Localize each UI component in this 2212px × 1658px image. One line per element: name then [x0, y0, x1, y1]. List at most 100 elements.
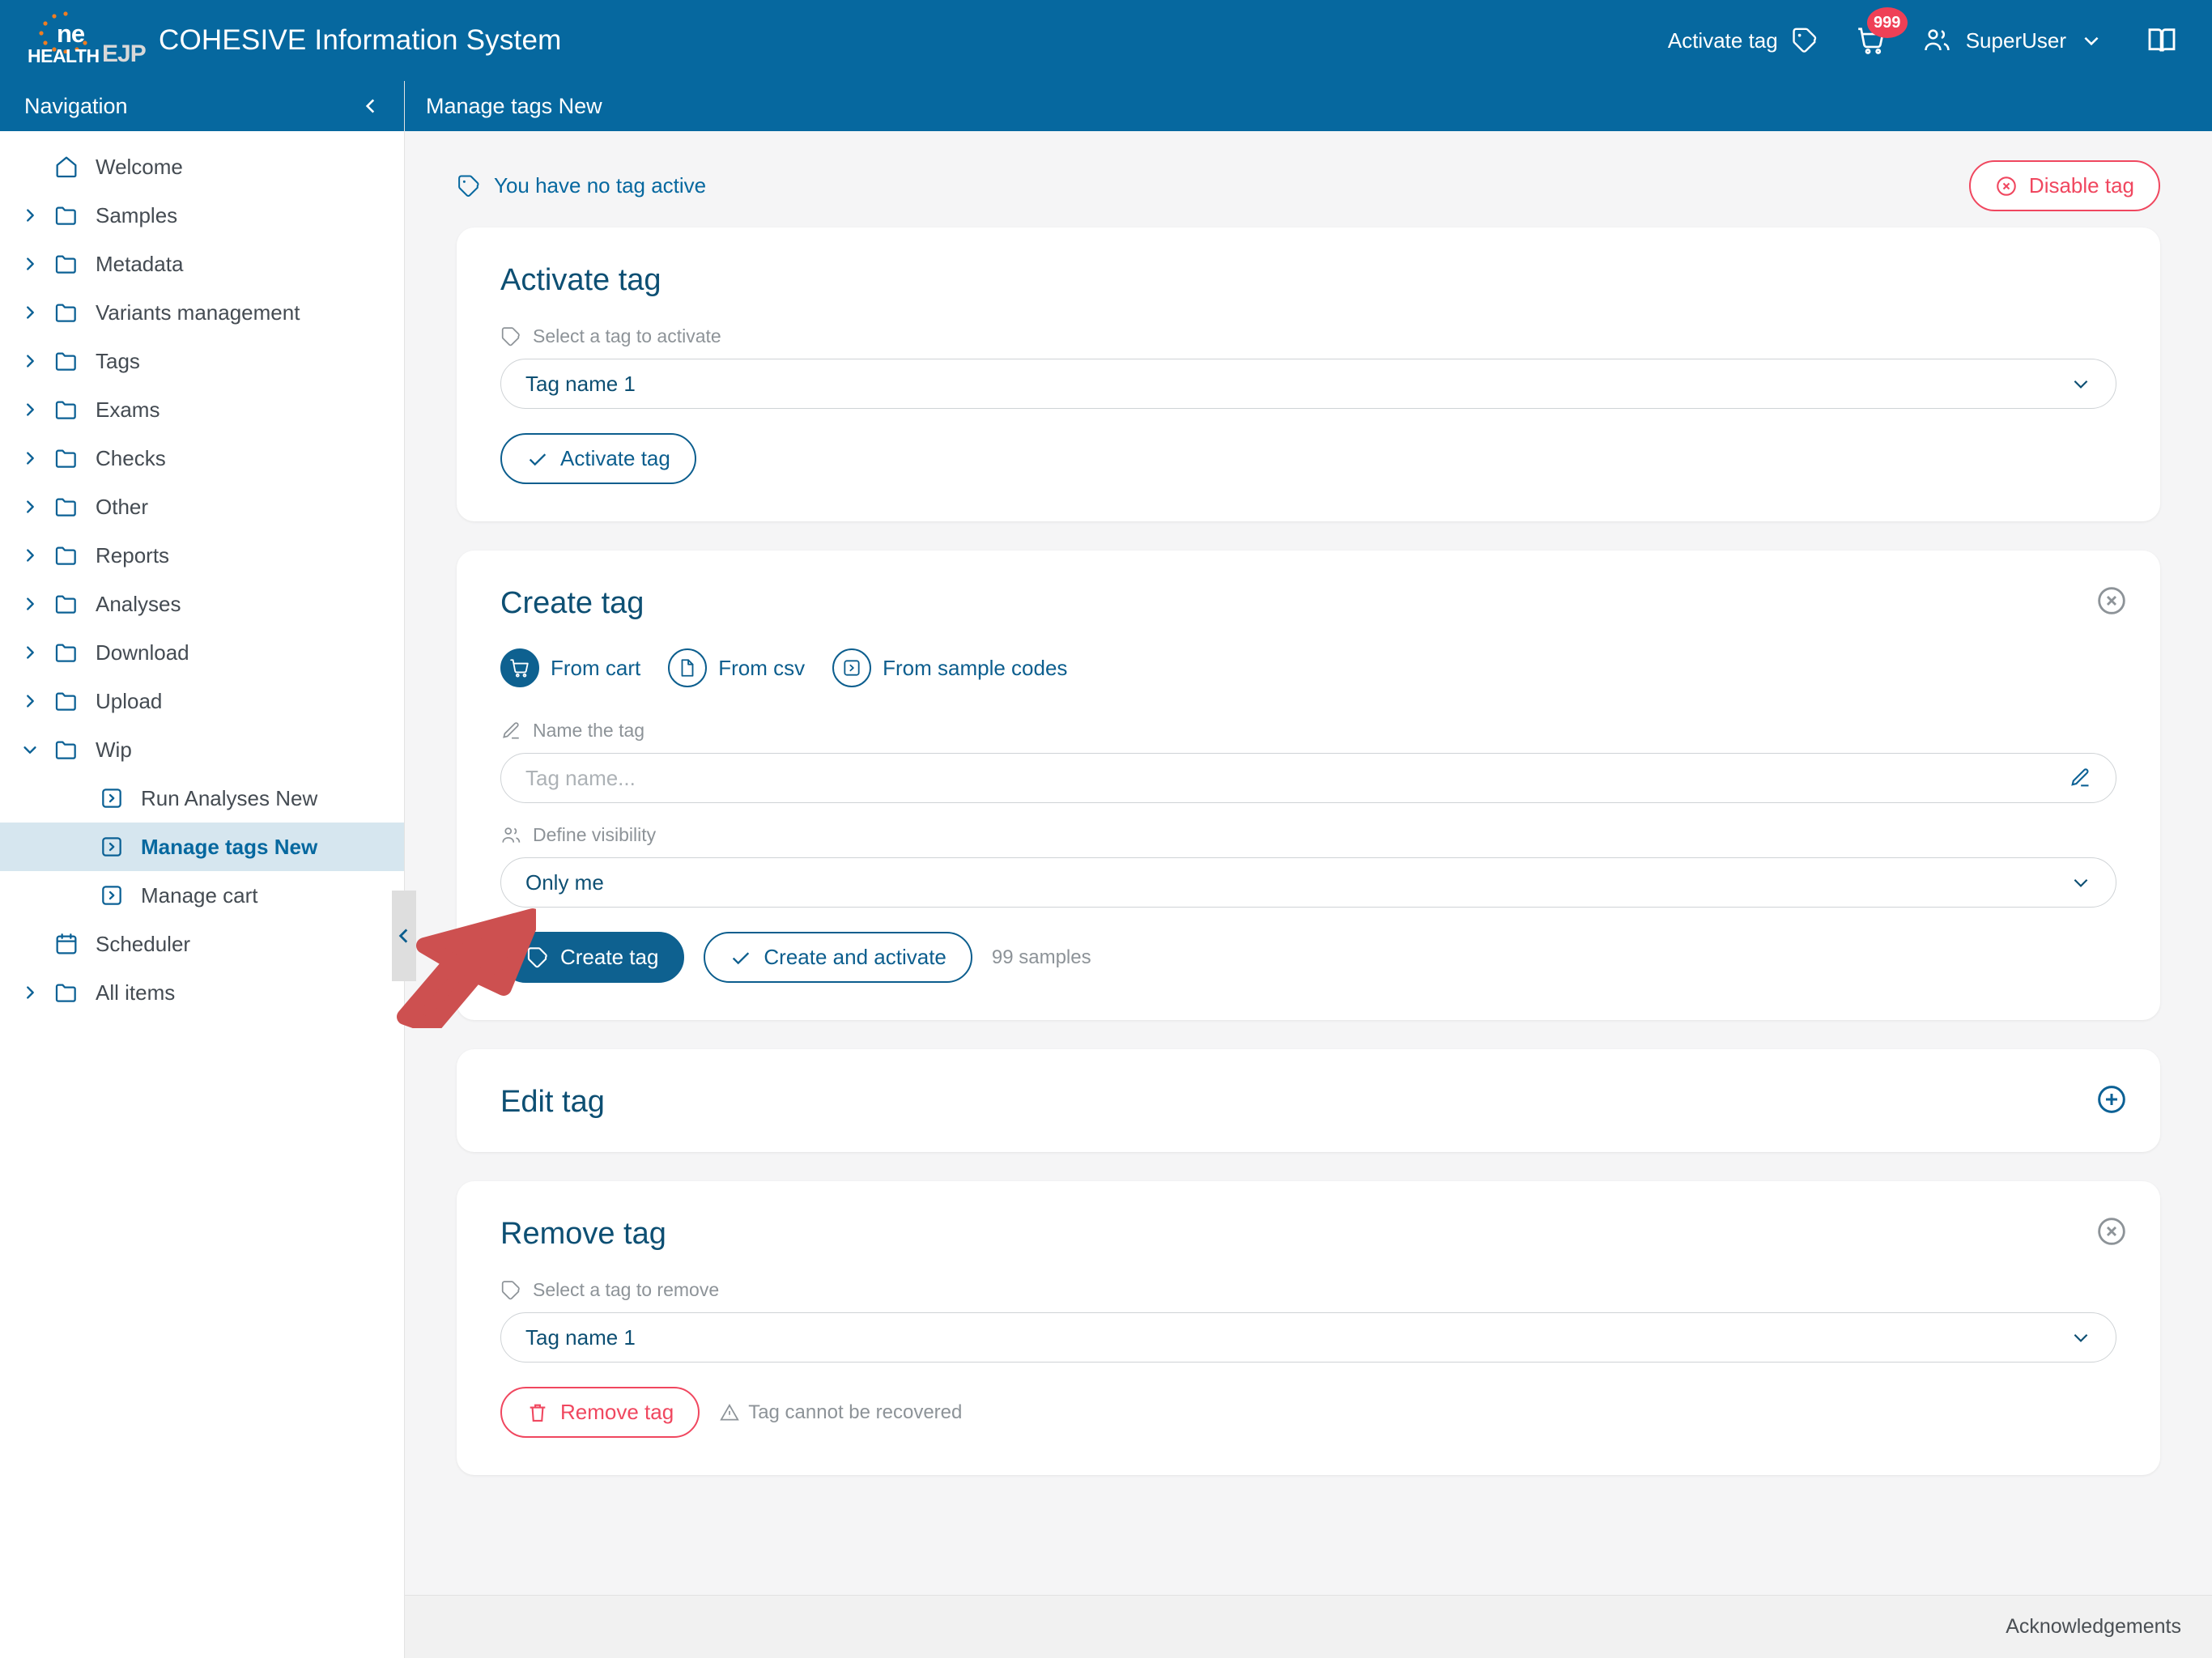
sidebar-item-other[interactable]: Other	[0, 483, 404, 531]
chevron-right-icon[interactable]	[15, 206, 45, 224]
folder-icon	[55, 449, 76, 468]
sidebar-item-scheduler[interactable]: Scheduler	[0, 920, 404, 968]
activate-tag-button[interactable]: Activate tag	[500, 433, 696, 484]
acknowledgements-link[interactable]: Acknowledgements	[2006, 1615, 2181, 1639]
users-icon	[502, 827, 521, 843]
cart-icon	[510, 659, 529, 678]
sidebar-item-all-items[interactable]: All items	[0, 968, 404, 1017]
sidebar-collapse-button[interactable]	[360, 96, 381, 117]
folder-icon-wrap	[45, 591, 87, 617]
folder-icon-wrap	[45, 737, 87, 763]
chevron-right-icon[interactable]	[15, 692, 45, 710]
users-icon	[1924, 29, 1950, 51]
chevron-right-icon[interactable]	[15, 595, 45, 613]
sidebar-item-label: Download	[96, 640, 189, 665]
sidebar-resize-handle[interactable]	[392, 891, 416, 981]
remove-tag-select[interactable]: Tag name 1	[500, 1312, 2116, 1363]
create-source-tab-label: From csv	[718, 655, 806, 680]
calendar-icon	[56, 933, 77, 954]
chevron-down-icon	[2070, 373, 2091, 394]
home-icon	[56, 156, 77, 178]
sidebar-item-reports[interactable]: Reports	[0, 531, 404, 580]
sidebar-item-metadata[interactable]: Metadata	[0, 240, 404, 288]
create-tag-card-collapse-button[interactable]	[2095, 585, 2128, 617]
cart-icon-wrap	[500, 648, 539, 687]
folder-icon-wrap	[45, 300, 87, 325]
trash-icon	[530, 1404, 546, 1422]
sidebar-item-variants-management[interactable]: Variants management	[0, 288, 404, 337]
create-visibility-select[interactable]: Only me	[500, 857, 2116, 908]
sidebar-item-manage-cart[interactable]: Manage cart	[0, 871, 404, 920]
sidebar-item-checks[interactable]: Checks	[0, 434, 404, 483]
pencil-icon[interactable]	[2069, 767, 2091, 789]
page-arrow-icon-wrap	[91, 834, 133, 860]
sidebar-item-upload[interactable]: Upload	[0, 677, 404, 725]
create-tag-source-tabs: From cart From csv From sample codes	[500, 648, 2116, 687]
header-activate-tag-button[interactable]: Activate tag	[1668, 27, 1819, 54]
sidebar-item-tags[interactable]: Tags	[0, 337, 404, 385]
remove-tag-warning-label: Tag cannot be recovered	[748, 1401, 963, 1423]
create-tag-button[interactable]: Create tag	[500, 932, 685, 983]
create-and-activate-button[interactable]: Create and activate	[704, 932, 972, 983]
content-scroll-area[interactable]: You have no tag active Disable tag Activ…	[405, 131, 2212, 1595]
file-icon-wrap	[668, 648, 708, 687]
create-visibility-label: Define visibility	[533, 824, 657, 845]
folder-icon-wrap	[45, 202, 87, 228]
create-source-tab-from-csv[interactable]: From csv	[668, 648, 805, 687]
sidebar-item-label: Samples	[96, 202, 178, 227]
chevron-right-icon[interactable]	[15, 546, 45, 564]
sidebar-item-download[interactable]: Download	[0, 628, 404, 677]
activate-tag-card: Activate tag Select a tag to activate Ta…	[457, 227, 2160, 521]
sidebar-item-samples[interactable]: Samples	[0, 191, 404, 240]
brand-area: ne HEALTH EJP COHESIVE Information Syste…	[24, 10, 562, 71]
chevron-right-icon[interactable]	[15, 498, 45, 516]
sidebar-item-analyses[interactable]: Analyses	[0, 580, 404, 628]
folder-icon	[55, 255, 76, 274]
sidebar-item-label: Manage tags New	[141, 834, 318, 859]
folder-icon-wrap	[45, 980, 87, 1005]
chevron-down-icon	[2070, 872, 2091, 893]
edit-tag-card-expand-button[interactable]	[2095, 1083, 2128, 1116]
file-icon	[681, 659, 694, 677]
disable-tag-button[interactable]: Disable tag	[1968, 160, 2160, 211]
remove-select-label-row: Select a tag to remove	[500, 1279, 2116, 1301]
header-actions: Activate tag 999 SuperUser	[1668, 7, 2181, 57]
create-source-tab-from-cart[interactable]: From cart	[500, 648, 640, 687]
documentation-button[interactable]	[2146, 24, 2178, 57]
chevron-right-icon[interactable]	[15, 449, 45, 467]
sidebar-item-run-analyses-new[interactable]: Run Analyses New	[0, 774, 404, 823]
chevron-right-icon[interactable]	[15, 644, 45, 661]
logo-health-text: HEALTH	[28, 45, 100, 66]
tag-icon	[527, 946, 547, 967]
circle-x-icon	[1997, 176, 2016, 196]
create-visibility-value: Only me	[525, 869, 604, 895]
chevron-down-icon	[2070, 1327, 2091, 1348]
tag-icon	[458, 175, 479, 197]
activate-tag-select[interactable]: Tag name 1	[500, 359, 2116, 409]
chevron-down-icon[interactable]	[15, 741, 45, 759]
remove-tag-button[interactable]: Remove tag	[500, 1387, 700, 1438]
main-content: Manage tags New You have no tag active D…	[405, 81, 2212, 1658]
chevron-right-icon[interactable]	[15, 304, 45, 321]
sidebar-item-manage-tags-new[interactable]: Manage tags New	[0, 823, 404, 871]
app-title: COHESIVE Information System	[159, 24, 562, 56]
remove-tag-card-collapse-button[interactable]	[2095, 1215, 2128, 1248]
home-icon-wrap	[45, 154, 87, 180]
sidebar-item-wip[interactable]: Wip	[0, 725, 404, 774]
chevron-right-icon[interactable]	[15, 255, 45, 273]
cart-button[interactable]: 999	[1856, 7, 1908, 56]
chevron-right-icon[interactable]	[15, 401, 45, 419]
navigation-sidebar: Navigation Welcome Samples Metadata Variant…	[0, 81, 416, 1658]
create-tag-name-input[interactable]: Tag name...	[500, 753, 2116, 803]
chevron-right-icon[interactable]	[15, 984, 45, 1001]
create-source-tab-from-sample-codes[interactable]: From sample codes	[832, 648, 1067, 687]
sidebar-item-exams[interactable]: Exams	[0, 385, 404, 434]
folder-icon	[55, 546, 76, 565]
create-card-actions: Create tag Create and activate 99 sample…	[500, 932, 2116, 983]
tag-icon	[1793, 28, 1816, 53]
warning-icon	[720, 1403, 739, 1421]
user-menu-button[interactable]: SuperUser	[1922, 26, 2102, 55]
chevron-right-icon[interactable]	[15, 352, 45, 370]
sidebar-item-welcome[interactable]: Welcome	[0, 142, 404, 191]
folder-icon	[55, 498, 76, 517]
